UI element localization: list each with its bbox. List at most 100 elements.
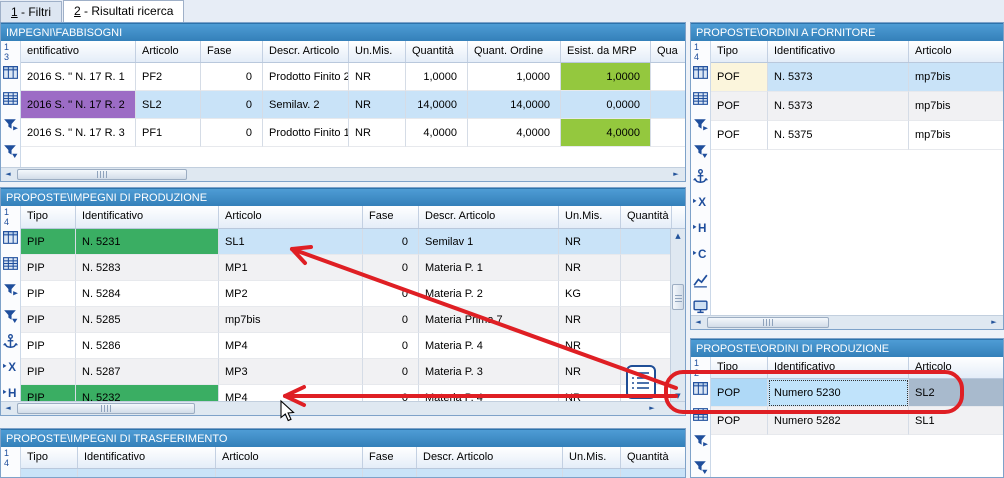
cell[interactable]: Materia Prima 7 xyxy=(419,307,559,333)
cell[interactable]: Materia P. 1 xyxy=(417,469,563,477)
filter-down-icon[interactable] xyxy=(2,142,19,159)
column-header[interactable]: Tipo xyxy=(21,447,78,468)
cell[interactable]: mp7bis xyxy=(909,63,1003,92)
filter-right-icon[interactable] xyxy=(692,432,709,449)
anchor-icon[interactable] xyxy=(692,168,709,185)
cell[interactable]: 0 xyxy=(363,307,419,333)
cell[interactable]: PIP xyxy=(21,281,76,307)
cell[interactable]: KG xyxy=(559,281,621,307)
cell[interactable]: SL1 xyxy=(219,229,363,255)
scroll-right-icon[interactable]: ► xyxy=(645,402,659,415)
cell[interactable]: POP xyxy=(711,407,768,435)
cell[interactable] xyxy=(651,91,685,119)
cell[interactable]: PF1 xyxy=(136,119,201,147)
cell[interactable]: 0 xyxy=(201,91,263,119)
cell[interactable]: N. 5373 xyxy=(768,63,909,92)
scroll-right-icon[interactable]: ► xyxy=(987,316,1001,329)
cell[interactable]: MP1 xyxy=(219,255,363,281)
cell[interactable]: PF2 xyxy=(136,63,201,91)
cell[interactable]: MP4 xyxy=(219,385,363,401)
scroll-up-icon[interactable]: ▲ xyxy=(671,229,685,243)
table-row[interactable]: PIP N. 5231 SL1 0 Semilav 1 NR xyxy=(21,229,685,255)
cell[interactable]: SL1 xyxy=(909,407,1003,435)
filter-down-icon[interactable] xyxy=(692,142,709,159)
scrollbar-thumb[interactable] xyxy=(672,284,684,310)
cell[interactable] xyxy=(621,469,685,477)
cell[interactable]: PIP xyxy=(21,333,76,359)
column-header[interactable]: Quantità xyxy=(406,41,468,62)
cell[interactable]: Semilav 1 xyxy=(419,229,559,255)
column-header[interactable]: Qua xyxy=(651,41,685,62)
column-header[interactable]: Esist. da MRP xyxy=(561,41,651,62)
table-row[interactable]: POP Numero 5282 SL1 xyxy=(711,407,1003,435)
cell[interactable]: mp7bis xyxy=(219,307,363,333)
column-header[interactable]: Articolo xyxy=(216,447,363,468)
cell[interactable]: N. 5285 xyxy=(76,307,219,333)
cell[interactable] xyxy=(621,307,672,333)
table-row[interactable]: PIP N. 5287 MP3 0 Materia P. 3 NR xyxy=(21,359,685,385)
filter-down-icon[interactable] xyxy=(692,458,709,475)
cell[interactable]: PIP xyxy=(21,229,76,255)
letter-x-icon[interactable] xyxy=(692,194,709,211)
column-header[interactable]: Tipo xyxy=(21,206,76,228)
cell[interactable]: 14,0000 xyxy=(468,91,561,119)
cell[interactable]: POF xyxy=(711,92,768,121)
column-header[interactable]: Tipo xyxy=(711,357,768,378)
table-row[interactable]: 2016 S. '' N. 17 R. 1 PF2 0 Prodotto Finito… xyxy=(21,63,685,91)
column-header[interactable]: entificativo xyxy=(21,41,136,62)
cell[interactable] xyxy=(621,333,672,359)
column-header[interactable]: Un.Mis. xyxy=(349,41,406,62)
filter-right-icon[interactable] xyxy=(2,116,19,133)
cell[interactable]: 1,0000 xyxy=(406,63,468,91)
cell[interactable]: 2016 S. '' N. 17 R. 1 xyxy=(21,63,136,91)
column-header[interactable]: Un.Mis. xyxy=(559,206,621,228)
cell[interactable] xyxy=(651,63,685,91)
column-header[interactable]: Quantità xyxy=(621,447,685,468)
cell[interactable]: SL2 xyxy=(909,379,1003,407)
cell[interactable]: Semilav. 2 xyxy=(263,91,349,119)
scrollbar-thumb[interactable] xyxy=(17,403,195,414)
cell[interactable]: 2016 S. '' N. 17 R. 2 xyxy=(21,91,136,119)
list-popup-icon[interactable] xyxy=(626,365,656,399)
table-icon[interactable] xyxy=(692,64,709,81)
cell[interactable]: PIP xyxy=(21,359,76,385)
cell[interactable]: 4,0000 xyxy=(468,119,561,147)
anchor-icon[interactable] xyxy=(2,333,19,350)
cell[interactable]: Prodotto Finito 2 xyxy=(263,63,349,91)
cell[interactable]: NR xyxy=(559,359,621,385)
cell[interactable]: 0 xyxy=(363,385,419,401)
table-row[interactable]: PIP N. 5283 MP1 0 Materia P. 1 NR xyxy=(21,255,685,281)
column-header[interactable]: Fase xyxy=(363,206,419,228)
table-row[interactable]: PIT(S)N. 55 M. 1MP10Materia P. 1NR xyxy=(21,469,685,477)
cell[interactable]: mp7bis xyxy=(909,92,1003,121)
cell[interactable]: 0,0000 xyxy=(561,91,651,119)
column-header[interactable]: Descr. Articolo xyxy=(417,447,563,468)
cell[interactable]: PIP xyxy=(21,385,76,401)
column-header[interactable]: Identificativo xyxy=(768,357,909,378)
cell[interactable]: MP1 xyxy=(216,469,363,477)
cell[interactable]: NR xyxy=(349,119,406,147)
cell[interactable]: 0 xyxy=(201,119,263,147)
column-header[interactable]: Identificativo xyxy=(768,41,909,62)
cell[interactable]: N. 5283 xyxy=(76,255,219,281)
column-header[interactable]: Articolo xyxy=(219,206,363,228)
table-row[interactable]: PIP N. 5286 MP4 0 Materia P. 4 NR xyxy=(21,333,685,359)
letter-c-icon[interactable] xyxy=(692,246,709,263)
column-header[interactable]: Descr. Articolo xyxy=(419,206,559,228)
table-icon[interactable] xyxy=(2,64,19,81)
cell[interactable]: N. 5232 xyxy=(76,385,219,401)
table-row[interactable]: POF N. 5373 mp7bis xyxy=(711,63,1003,92)
cell[interactable]: N. 5231 xyxy=(76,229,219,255)
letter-x-icon[interactable] xyxy=(2,359,19,376)
scroll-left-icon[interactable]: ◄ xyxy=(1,402,15,415)
cell[interactable]: 0 xyxy=(363,255,419,281)
cell[interactable]: Prodotto Finito 1 xyxy=(263,119,349,147)
cell[interactable]: NR xyxy=(559,307,621,333)
filter-down-icon[interactable] xyxy=(2,307,19,324)
column-header[interactable]: Identificativo xyxy=(76,206,219,228)
cell[interactable]: 0 xyxy=(363,359,419,385)
cell[interactable]: 1,0000 xyxy=(561,63,651,91)
table-icon[interactable] xyxy=(2,229,19,246)
cell[interactable]: Materia P. 3 xyxy=(419,359,559,385)
scroll-left-icon[interactable]: ◄ xyxy=(1,168,15,181)
